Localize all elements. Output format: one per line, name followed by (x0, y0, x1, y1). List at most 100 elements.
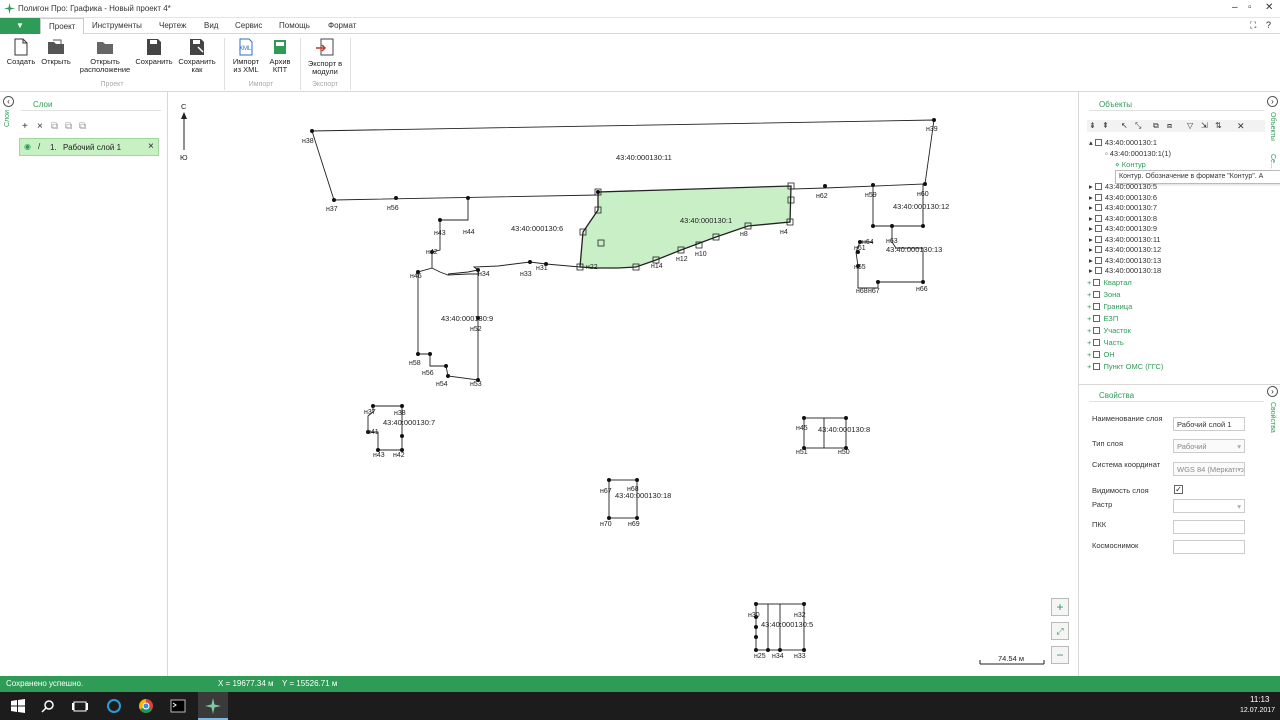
tree-contour[interactable]: ⋄ Контур (1115, 160, 1146, 171)
layer-row[interactable]: ◉ / 1. Рабочий слой 1 × (19, 138, 159, 156)
checkbox[interactable] (1093, 279, 1101, 286)
save-button[interactable]: Сохранить (134, 38, 174, 66)
objects-vertical-tab[interactable]: Объекты (1269, 112, 1276, 141)
tree-item[interactable]: ▸ 43:40:000130:9 (1089, 224, 1157, 235)
open-button[interactable]: Открыть (38, 38, 74, 66)
import-xml-button[interactable]: XML Импорт из XML (228, 38, 264, 74)
collapse-right-icon[interactable]: › (1267, 96, 1278, 107)
export-object-icon[interactable]: ⇲ (1201, 121, 1208, 131)
export-modules-button[interactable]: Экспорт в модули (304, 38, 346, 76)
checkbox[interactable] (1093, 291, 1101, 298)
menu-format[interactable]: Формат (328, 21, 356, 30)
parcel-12-13[interactable] (855, 184, 924, 289)
tree-root[interactable]: ▴ 43:40:000130:1 (1089, 138, 1157, 149)
copy-object-icon[interactable]: ⧉ (1153, 121, 1159, 131)
restore-icon[interactable]: ▫ (1248, 2, 1252, 13)
edit-icon[interactable]: / (38, 142, 40, 151)
close-window-icon[interactable]: ✕ (1265, 2, 1273, 13)
terminal-icon[interactable] (168, 696, 188, 716)
zoom-out-button[interactable]: − (1051, 646, 1069, 664)
task-view-icon[interactable] (70, 696, 90, 716)
satellite-input[interactable] (1173, 540, 1245, 554)
tree-item[interactable]: ▸ 43:40:000130:11 (1089, 235, 1161, 246)
tree-child[interactable]: ▫ 43:40:000130:1(1) (1105, 149, 1171, 160)
menu-tools[interactable]: Инструменты (92, 21, 142, 30)
checkbox[interactable] (1093, 351, 1101, 358)
tree-category-oms[interactable]: + Пункт ОМС (ГГС) (1087, 362, 1163, 373)
create-button[interactable]: Создать (6, 38, 36, 66)
second-vertical-tab[interactable]: Се... (1269, 154, 1276, 169)
app-menu-button[interactable]: ▼ (0, 18, 40, 34)
tree-category-parcel[interactable]: + Участок (1087, 326, 1131, 337)
checkbox[interactable] (1094, 267, 1102, 274)
tree-item[interactable]: ▸ 43:40:000130:8 (1089, 214, 1157, 225)
checkbox[interactable] (1093, 315, 1101, 322)
edit-node-icon[interactable]: ⤡ (1135, 121, 1141, 131)
search-icon[interactable] (38, 696, 58, 716)
add-layer-icon[interactable]: + (22, 122, 28, 132)
menu-help[interactable]: Помощь (279, 21, 310, 30)
tree-category-border[interactable]: + Граница (1087, 302, 1132, 313)
crs-select[interactable]: WGS 84 (Меркатор) ▾ (1173, 462, 1245, 476)
checkbox[interactable] (1093, 363, 1101, 370)
tree-item[interactable]: ▸ 43:40:000130:18 (1089, 266, 1161, 277)
checkbox[interactable] (1094, 204, 1102, 211)
tree-category-on[interactable]: + ОН (1087, 350, 1115, 361)
tree-category-zone[interactable]: + Зона (1087, 290, 1120, 301)
checkbox[interactable] (1094, 235, 1102, 243)
tree-category-ezp[interactable]: + ЕЗП (1087, 314, 1118, 325)
properties-vertical-tab[interactable]: Свойства (1269, 402, 1276, 433)
remove-layer-icon[interactable]: × (148, 141, 154, 152)
menu-view[interactable]: Вид (204, 21, 218, 30)
screen-icon[interactable]: ⛶ (1250, 20, 1256, 31)
menu-project[interactable]: Проект (40, 18, 85, 35)
tree-item[interactable]: ▸ 43:40:000130:6 (1089, 193, 1157, 204)
sort-icon[interactable]: ⇅ (1215, 121, 1222, 131)
cortana-icon[interactable] (104, 696, 124, 716)
delete-object-icon[interactable]: ✕ (1237, 121, 1245, 131)
chrome-icon[interactable] (136, 696, 156, 716)
pkk-input[interactable] (1173, 520, 1245, 534)
checkbox[interactable] (1093, 339, 1101, 346)
windows-start-icon[interactable] (8, 696, 28, 716)
raster-select[interactable]: ▾ (1173, 499, 1245, 513)
archive-kpt-button[interactable]: Архив КПТ (266, 38, 294, 74)
checkbox[interactable] (1094, 246, 1102, 253)
eye-icon[interactable]: ◉ (24, 142, 31, 151)
checkbox[interactable] (1094, 139, 1102, 146)
checkbox[interactable] (1093, 303, 1101, 310)
layer-type-select[interactable]: Рабочий ▾ (1173, 439, 1245, 453)
tree-category-quarter[interactable]: + Квартал (1087, 278, 1132, 289)
checkbox[interactable] (1094, 256, 1102, 264)
zoom-fit-button[interactable]: ⤢ (1051, 622, 1069, 640)
menu-service[interactable]: Сервис (235, 21, 262, 30)
zoom-in-button[interactable]: + (1051, 598, 1069, 616)
filter-icon[interactable]: ▽ (1187, 121, 1193, 131)
checkbox[interactable] (1094, 225, 1102, 232)
layers-vertical-tab[interactable]: Слои (4, 110, 11, 127)
visibility-checkbox[interactable]: ✓ (1174, 485, 1183, 494)
save-as-button[interactable]: Сохранить как (176, 38, 218, 74)
checkbox[interactable] (1093, 327, 1101, 334)
help-icon[interactable]: ? (1266, 20, 1271, 30)
tree-item[interactable]: ▸ 43:40:000130:12 (1089, 245, 1161, 256)
pointer-icon[interactable]: ↖ (1121, 121, 1128, 131)
menu-drawing[interactable]: Чертеж (159, 21, 186, 30)
tree-category-part[interactable]: + Часть (1087, 338, 1124, 349)
checkbox[interactable] (1094, 193, 1102, 201)
tree-item[interactable]: ▸ 43:40:000130:13 (1089, 256, 1161, 267)
tree-item[interactable]: ▸ 43:40:000130:7 (1089, 203, 1157, 214)
tree-item[interactable]: ▸ 43:40:000130:5 (1089, 182, 1157, 193)
merge-layer-icon[interactable]: ⧉ (79, 122, 86, 132)
collapse-props-icon[interactable]: › (1267, 386, 1278, 397)
collapse-left-icon[interactable]: ‹ (3, 96, 14, 107)
collapse-all-icon[interactable]: ⇞ (1102, 121, 1109, 131)
checkbox[interactable] (1094, 183, 1102, 190)
layer-name-input[interactable]: Рабочий слой 1 (1173, 417, 1245, 431)
delete-layer-icon[interactable]: × (37, 122, 43, 132)
copy-layer-icon[interactable]: ⧉ (51, 122, 58, 132)
expand-all-icon[interactable]: ⇟ (1089, 121, 1096, 131)
open-location-button[interactable]: Открыть расположение (78, 38, 132, 74)
checkbox[interactable] (1094, 214, 1102, 222)
minimize-icon[interactable]: – (1232, 2, 1238, 13)
